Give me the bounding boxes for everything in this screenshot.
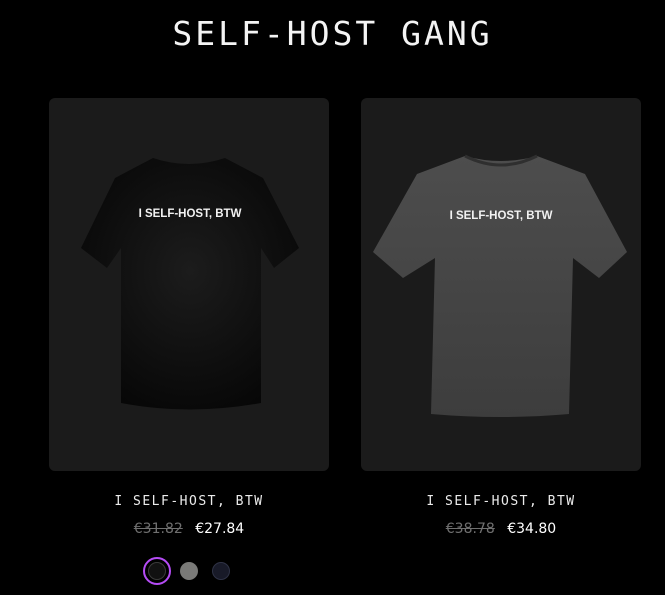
shirt-print-text: I SELF-HOST, BTW bbox=[139, 208, 242, 220]
color-swatch-navy[interactable] bbox=[207, 557, 235, 585]
tshirt-shape bbox=[373, 156, 627, 417]
page: SELF-HOST GANG I SELF-HOST, BTW I SELF-H… bbox=[0, 0, 665, 595]
swatch-dot bbox=[180, 562, 198, 580]
original-price: €31.82 bbox=[133, 521, 183, 537]
color-swatches bbox=[143, 557, 239, 585]
swatch-dot bbox=[148, 562, 166, 580]
color-swatch-black[interactable] bbox=[143, 557, 171, 585]
section-title: SELF-HOST GANG bbox=[172, 14, 493, 53]
price-row: €38.78 €34.80 bbox=[361, 521, 641, 537]
product-name[interactable]: I SELF-HOST, BTW bbox=[49, 494, 329, 509]
sale-price: €27.84 bbox=[195, 521, 245, 537]
product-card-image[interactable]: I SELF-HOST, BTW bbox=[361, 98, 641, 471]
price-row: €31.82 €27.84 bbox=[49, 521, 329, 537]
original-price: €38.78 bbox=[445, 521, 495, 537]
product-name[interactable]: I SELF-HOST, BTW bbox=[361, 494, 641, 509]
tshirt-image: I SELF-HOST, BTW bbox=[373, 154, 627, 417]
color-swatch-gray[interactable] bbox=[175, 557, 203, 585]
shirt-print-text: I SELF-HOST, BTW bbox=[450, 210, 553, 222]
sale-price: €34.80 bbox=[507, 521, 557, 537]
tshirt-shape bbox=[81, 158, 299, 410]
swatch-dot bbox=[212, 562, 230, 580]
tshirt-image: I SELF-HOST, BTW bbox=[81, 158, 299, 410]
product-card-image[interactable]: I SELF-HOST, BTW bbox=[49, 98, 329, 471]
